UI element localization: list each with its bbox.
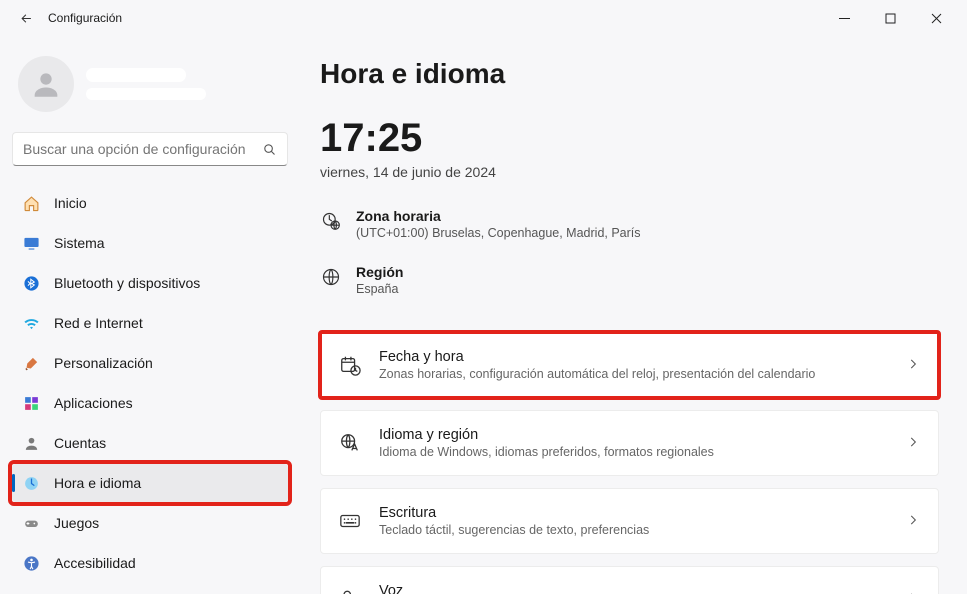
sidebar: Inicio Sistema Bluetooth y dispositivos … bbox=[0, 36, 300, 594]
nav-accounts[interactable]: Cuentas bbox=[12, 424, 288, 462]
nav-list: Inicio Sistema Bluetooth y dispositivos … bbox=[12, 184, 288, 582]
language-icon bbox=[339, 432, 361, 454]
profile-name-placeholder bbox=[86, 68, 186, 82]
search-box[interactable] bbox=[12, 132, 288, 166]
timezone-icon bbox=[320, 210, 342, 232]
nav-bluetooth[interactable]: Bluetooth y dispositivos bbox=[12, 264, 288, 302]
region-value: España bbox=[356, 282, 403, 296]
nav-label: Personalización bbox=[54, 355, 153, 371]
speech-icon bbox=[339, 588, 361, 594]
card-title: Fecha y hora bbox=[379, 349, 888, 365]
nav-network[interactable]: Red e Internet bbox=[12, 304, 288, 342]
card-title: Voz bbox=[379, 583, 888, 594]
calendar-clock-icon bbox=[339, 354, 361, 376]
nav-time-highlight: Hora e idioma bbox=[12, 464, 288, 502]
nav-label: Hora e idioma bbox=[54, 475, 141, 491]
info-row: 17:25 viernes, 14 de junio de 2024 Zona … bbox=[320, 118, 939, 296]
card-speech[interactable]: Voz Idioma de voz, configuración de micr… bbox=[320, 566, 939, 594]
settings-cards: Fecha y hora Zonas horarias, configuraci… bbox=[320, 332, 939, 594]
system-icon bbox=[22, 234, 40, 252]
timezone-block: Zona horaria (UTC+01:00) Bruselas, Copen… bbox=[320, 208, 641, 240]
wifi-icon bbox=[22, 314, 40, 332]
nav-label: Red e Internet bbox=[54, 315, 143, 331]
window-title: Configuración bbox=[48, 11, 122, 25]
minimize-icon bbox=[839, 13, 850, 24]
bluetooth-icon bbox=[22, 274, 40, 292]
nav-label: Inicio bbox=[54, 195, 87, 211]
meta-column: Zona horaria (UTC+01:00) Bruselas, Copen… bbox=[320, 208, 641, 296]
clock-time: 17:25 bbox=[320, 118, 600, 158]
nav-accessibility[interactable]: Accesibilidad bbox=[12, 544, 288, 582]
apps-icon bbox=[22, 394, 40, 412]
card-subtitle: Zonas horarias, configuración automática… bbox=[379, 367, 888, 381]
back-button[interactable] bbox=[8, 0, 44, 36]
gamepad-icon bbox=[22, 514, 40, 532]
home-icon bbox=[22, 194, 40, 212]
page-title: Hora e idioma bbox=[320, 58, 939, 90]
card-title: Escritura bbox=[379, 505, 888, 521]
nav-label: Bluetooth y dispositivos bbox=[54, 275, 200, 291]
chevron-right-icon bbox=[906, 435, 920, 452]
nav-label: Juegos bbox=[54, 515, 99, 531]
chevron-right-icon bbox=[906, 513, 920, 530]
chevron-right-icon bbox=[906, 357, 920, 374]
profile-block[interactable] bbox=[12, 44, 288, 130]
accessibility-icon bbox=[22, 554, 40, 572]
close-icon bbox=[931, 13, 942, 24]
nav-label: Cuentas bbox=[54, 435, 106, 451]
nav-system[interactable]: Sistema bbox=[12, 224, 288, 262]
nav-time-language[interactable]: Hora e idioma bbox=[12, 464, 288, 502]
search-icon bbox=[262, 142, 277, 157]
close-button[interactable] bbox=[913, 0, 959, 36]
clock-globe-icon bbox=[22, 474, 40, 492]
maximize-icon bbox=[885, 13, 896, 24]
accounts-icon bbox=[22, 434, 40, 452]
nav-label: Aplicaciones bbox=[54, 395, 133, 411]
brush-icon bbox=[22, 354, 40, 372]
arrow-left-icon bbox=[19, 11, 34, 26]
profile-email-placeholder bbox=[86, 88, 206, 100]
nav-games[interactable]: Juegos bbox=[12, 504, 288, 542]
nav-apps[interactable]: Aplicaciones bbox=[12, 384, 288, 422]
window-controls bbox=[821, 0, 959, 36]
titlebar: Configuración bbox=[0, 0, 967, 36]
timezone-label: Zona horaria bbox=[356, 208, 641, 224]
card-subtitle: Idioma de Windows, idiomas preferidos, f… bbox=[379, 445, 888, 459]
card-subtitle: Teclado táctil, sugerencias de texto, pr… bbox=[379, 523, 888, 537]
search-input[interactable] bbox=[23, 141, 262, 157]
region-label: Región bbox=[356, 264, 403, 280]
nav-label: Sistema bbox=[54, 235, 105, 251]
main-content: Hora e idioma 17:25 viernes, 14 de junio… bbox=[300, 36, 967, 594]
nav-home[interactable]: Inicio bbox=[12, 184, 288, 222]
profile-info bbox=[86, 68, 206, 100]
card-typing[interactable]: Escritura Teclado táctil, sugerencias de… bbox=[320, 488, 939, 554]
nav-personalization[interactable]: Personalización bbox=[12, 344, 288, 382]
nav-label: Accesibilidad bbox=[54, 555, 136, 571]
chevron-right-icon bbox=[906, 591, 920, 594]
minimize-button[interactable] bbox=[821, 0, 867, 36]
clock-block: 17:25 viernes, 14 de junio de 2024 bbox=[320, 118, 600, 180]
globe-icon bbox=[320, 266, 342, 288]
avatar bbox=[18, 56, 74, 112]
card-title: Idioma y región bbox=[379, 427, 888, 443]
person-icon bbox=[29, 67, 63, 101]
keyboard-icon bbox=[339, 510, 361, 532]
card-date-time[interactable]: Fecha y hora Zonas horarias, configuraci… bbox=[320, 332, 939, 398]
timezone-value: (UTC+01:00) Bruselas, Copenhague, Madrid… bbox=[356, 226, 641, 240]
card-language-region[interactable]: Idioma y región Idioma de Windows, idiom… bbox=[320, 410, 939, 476]
clock-date: viernes, 14 de junio de 2024 bbox=[320, 164, 600, 180]
maximize-button[interactable] bbox=[867, 0, 913, 36]
region-block: Región España bbox=[320, 264, 641, 296]
